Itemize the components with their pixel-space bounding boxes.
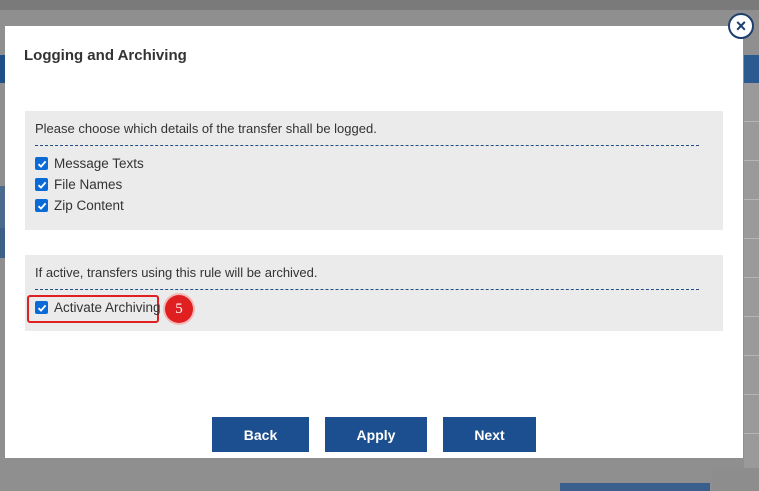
message-texts-option[interactable]: Message Texts — [35, 156, 144, 171]
zip-content-label: Zip Content — [54, 198, 124, 213]
message-texts-label: Message Texts — [54, 156, 144, 171]
close-icon[interactable]: × — [728, 13, 754, 39]
next-button[interactable]: Next — [443, 417, 536, 452]
background-app-footer — [560, 483, 710, 491]
message-texts-checkbox[interactable] — [35, 157, 48, 170]
dialog-title: Logging and Archiving — [24, 47, 187, 64]
logging-description: Please choose which details of the trans… — [35, 121, 377, 136]
background-app-topbar — [0, 0, 759, 10]
zip-content-option[interactable]: Zip Content — [35, 198, 124, 213]
zip-content-checkbox[interactable] — [35, 199, 48, 212]
archiving-divider — [35, 289, 699, 290]
logging-panel: Please choose which details of the trans… — [25, 111, 723, 230]
file-names-checkbox[interactable] — [35, 178, 48, 191]
logging-archiving-dialog: Logging and Archiving Please choose whic… — [5, 26, 743, 458]
archiving-panel: If active, transfers using this rule wil… — [25, 255, 723, 331]
step-number-badge: 5 — [165, 295, 193, 323]
apply-button[interactable]: Apply — [325, 417, 427, 452]
logging-divider — [35, 145, 699, 146]
activate-archiving-option[interactable]: Activate Archiving — [35, 300, 161, 315]
activate-archiving-label: Activate Archiving — [54, 300, 161, 315]
activate-archiving-checkbox[interactable] — [35, 301, 48, 314]
archiving-description: If active, transfers using this rule wil… — [35, 265, 318, 280]
file-names-label: File Names — [54, 177, 123, 192]
background-app-header-right — [744, 55, 759, 83]
file-names-option[interactable]: File Names — [35, 177, 122, 192]
background-app-footer-button — [712, 468, 759, 491]
back-button[interactable]: Back — [212, 417, 309, 452]
background-app-table — [744, 83, 759, 483]
